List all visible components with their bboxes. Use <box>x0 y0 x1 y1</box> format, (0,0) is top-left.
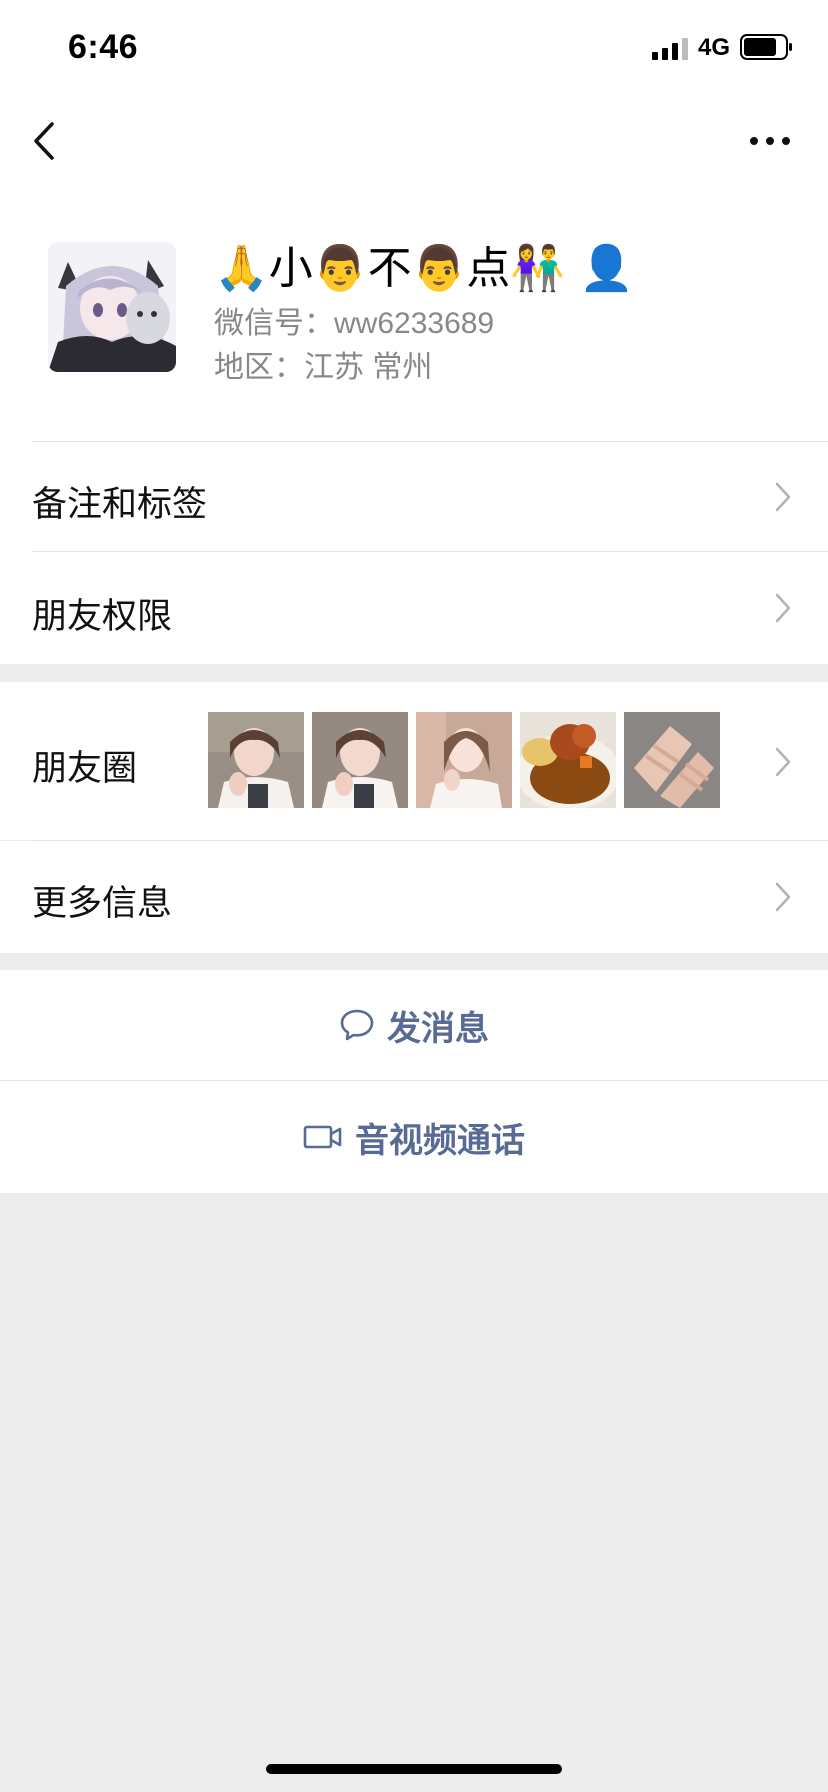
moments-thumbnails <box>208 712 720 808</box>
chevron-right-icon <box>775 482 791 512</box>
more-info-label: 更多信息 <box>32 884 173 923</box>
send-message-button[interactable]: 发消息 <box>0 970 828 1080</box>
chevron-right-icon <box>775 747 791 777</box>
moments-photo <box>416 712 512 808</box>
permissions-row[interactable]: 朋友权限 <box>0 552 828 664</box>
status-bar: 6:46 4G <box>0 0 828 96</box>
nav-bar <box>0 96 828 186</box>
chevron-right-icon <box>775 882 791 912</box>
video-call-label: 音视频通话 <box>355 1121 525 1160</box>
ellipsis-icon[interactable] <box>746 124 794 158</box>
more-info-row[interactable]: 更多信息 <box>0 841 828 953</box>
video-call-button[interactable]: 音视频通话 <box>0 1081 828 1193</box>
video-camera-icon <box>303 1125 342 1149</box>
wechat-id: 微信号：ww6233689 <box>214 307 495 340</box>
chat-bubble-icon <box>340 1009 374 1041</box>
send-message-label: 发消息 <box>387 1009 489 1048</box>
remarks-tags-label: 备注和标签 <box>32 485 208 524</box>
moments-photo <box>624 712 720 808</box>
moments-photo <box>312 712 408 808</box>
chevron-right-icon <box>775 593 791 623</box>
battery-icon <box>740 34 792 60</box>
status-time: 6:46 <box>68 28 139 66</box>
moments-photo <box>208 712 304 808</box>
permissions-label: 朋友权限 <box>32 597 173 636</box>
moments-row[interactable]: 朋友圈 <box>0 682 828 841</box>
remarks-tags-row[interactable]: 备注和标签 <box>0 442 828 552</box>
region: 地区：江苏 常州 <box>214 351 433 384</box>
moments-label: 朋友圈 <box>32 749 138 788</box>
profile-header: 🙏小👨不👨点👫 👤 微信号：ww6233689 地区：江苏 常州 <box>0 186 828 442</box>
network-type: 4G <box>698 34 731 61</box>
home-indicator[interactable] <box>266 1764 562 1774</box>
avatar[interactable] <box>48 242 176 372</box>
signal-icon <box>652 38 688 60</box>
moments-photo <box>520 712 616 808</box>
profile-name: 🙏小👨不👨点👫 👤 <box>214 243 634 294</box>
chevron-left-icon[interactable] <box>26 118 66 164</box>
